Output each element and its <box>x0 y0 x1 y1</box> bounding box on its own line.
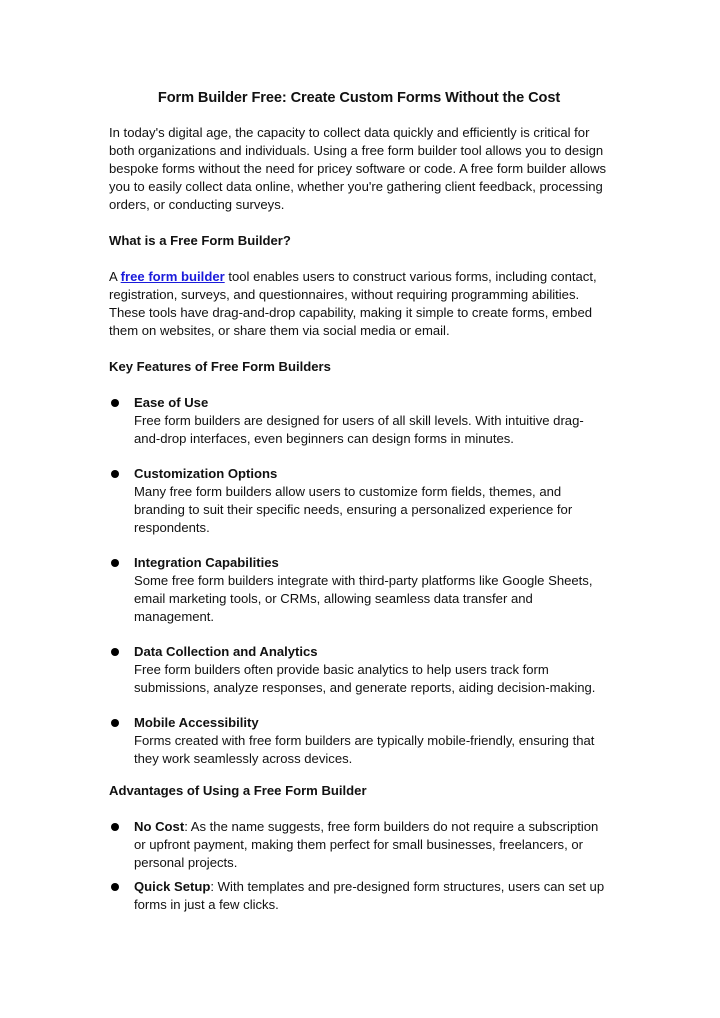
feature-title: Ease of Use <box>134 395 209 410</box>
advantage-title: No Cost <box>134 819 185 834</box>
definition-prefix: A <box>109 269 121 284</box>
definition-paragraph: A free form builder tool enables users t… <box>109 268 609 340</box>
feature-title: Mobile Accessibility <box>134 715 259 730</box>
bullet-icon <box>111 648 119 656</box>
list-item: Mobile Accessibility Forms created with … <box>109 714 609 768</box>
list-item: Integration Capabilities Some free form … <box>109 554 609 626</box>
bullet-icon <box>111 399 119 407</box>
section-heading-advantages: Advantages of Using a Free Form Builder <box>109 783 367 798</box>
feature-text: Forms created with free form builders ar… <box>134 733 595 766</box>
free-form-builder-link[interactable]: free form builder <box>121 269 225 284</box>
feature-title: Customization Options <box>134 466 278 481</box>
feature-title: Data Collection and Analytics <box>134 644 318 659</box>
feature-text: Many free form builders allow users to c… <box>134 484 573 535</box>
bullet-icon <box>111 719 119 727</box>
intro-paragraph: In today's digital age, the capacity to … <box>109 125 607 212</box>
document-title: Form Builder Free: Create Custom Forms W… <box>157 90 561 106</box>
advantage-text: : As the name suggests, free form builde… <box>134 819 599 870</box>
document-page: Form Builder Free: Create Custom Forms W… <box>109 88 609 920</box>
list-item: Customization Options Many free form bui… <box>109 465 609 537</box>
feature-text: Some free form builders integrate with t… <box>134 573 593 624</box>
list-item: Ease of Use Free form builders are desig… <box>109 394 609 448</box>
section-heading-what-is: What is a Free Form Builder? <box>109 233 291 248</box>
section-heading-key-features: Key Features of Free Form Builders <box>109 359 331 374</box>
bullet-icon <box>111 559 119 567</box>
bullet-icon <box>111 883 119 891</box>
bullet-icon <box>111 823 119 831</box>
bullet-icon <box>111 470 119 478</box>
list-item: Data Collection and Analytics Free form … <box>109 643 609 697</box>
key-features-list: Ease of Use Free form builders are desig… <box>109 394 609 768</box>
advantages-list: No Cost: As the name suggests, free form… <box>109 818 609 914</box>
feature-text: Free form builders are designed for user… <box>134 413 584 446</box>
feature-title: Integration Capabilities <box>134 555 279 570</box>
feature-text: Free form builders often provide basic a… <box>134 662 596 695</box>
list-item: Quick Setup: With templates and pre-desi… <box>109 878 609 914</box>
advantage-title: Quick Setup <box>134 879 211 894</box>
list-item: No Cost: As the name suggests, free form… <box>109 818 609 872</box>
